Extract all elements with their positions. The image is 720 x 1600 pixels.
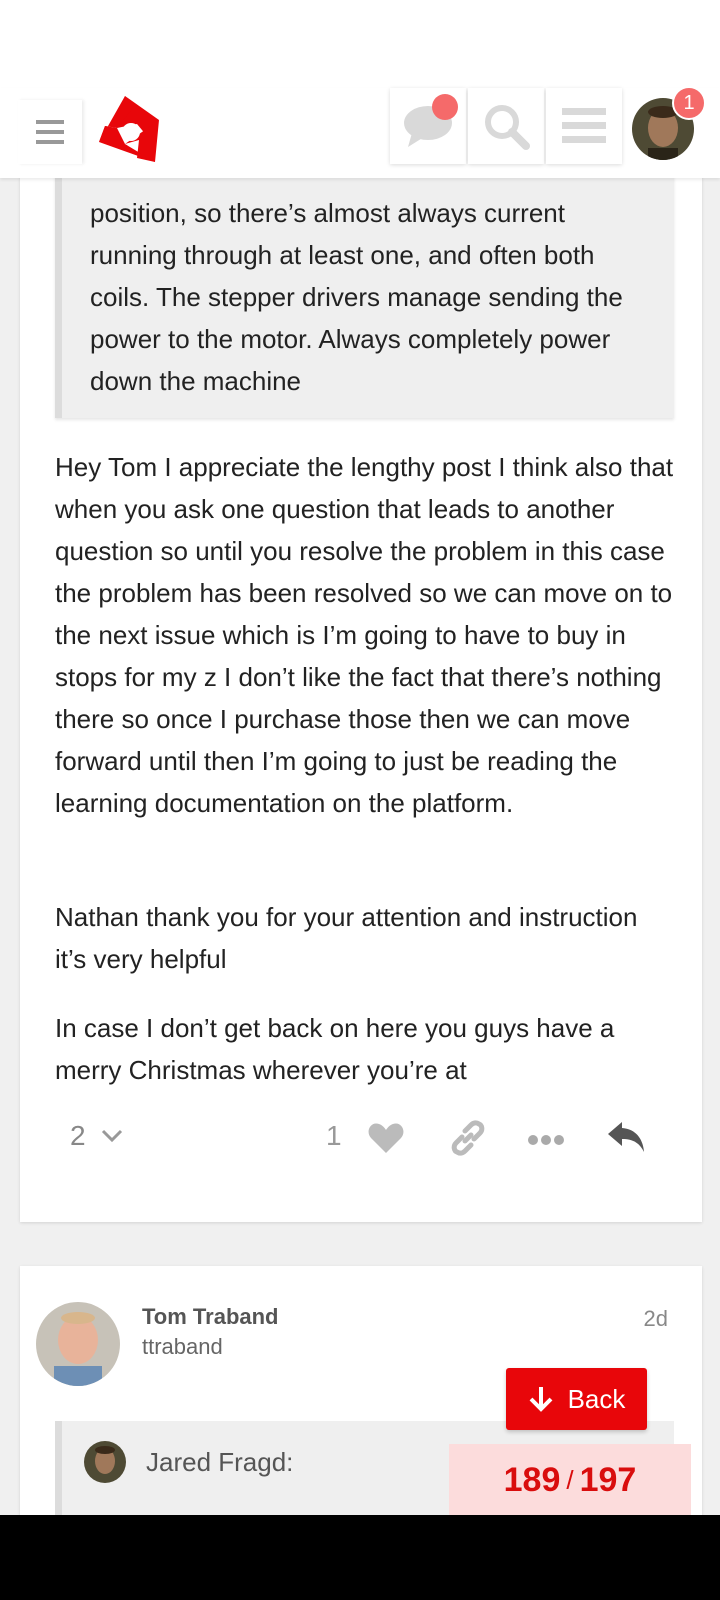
back-button[interactable]: Back — [506, 1368, 647, 1430]
menu-button[interactable] — [546, 88, 622, 164]
show-replies-button[interactable]: 2 — [70, 1120, 86, 1152]
chevron-down-icon[interactable] — [100, 1124, 124, 1146]
progress-total: 197 — [579, 1460, 637, 1499]
status-bar — [0, 0, 720, 88]
chat-button[interactable] — [390, 88, 466, 164]
hamburger-icon — [36, 120, 64, 144]
author-name[interactable]: Tom Traband — [142, 1304, 279, 1330]
author-username[interactable]: ttraband — [142, 1334, 223, 1360]
arrow-down-icon — [529, 1387, 553, 1412]
post-actions: 2 1 — [20, 1110, 702, 1170]
more-icon[interactable] — [528, 1134, 564, 1146]
timeline-progress[interactable]: 189 / 197 — [449, 1444, 691, 1516]
quote-body: position, so there’s almost always curre… — [90, 198, 623, 396]
post-card: position, so there’s almost always curre… — [20, 120, 702, 1222]
quote-author[interactable]: Jared Fragd: — [146, 1447, 293, 1478]
chat-unread-dot — [432, 94, 458, 120]
heart-icon[interactable] — [368, 1122, 404, 1154]
post-paragraph: In case I don’t get back on here you guy… — [55, 1013, 615, 1085]
notification-badge: 1 — [672, 86, 706, 120]
post-paragraph: Nathan thank you for your attention and … — [55, 902, 638, 974]
progress-separator: / — [566, 1464, 574, 1495]
system-navigation-bar — [0, 1515, 720, 1600]
post-date[interactable]: 2d — [644, 1306, 668, 1332]
menu-icon — [562, 108, 606, 143]
author-avatar[interactable] — [36, 1302, 120, 1386]
back-button-label: Back — [567, 1383, 626, 1414]
post-paragraph: Hey Tom I appreciate the lengthy post I … — [55, 452, 674, 818]
quote-avatar — [84, 1441, 126, 1483]
site-header: 1 — [0, 86, 720, 178]
reply-icon[interactable] — [608, 1120, 646, 1154]
link-icon[interactable] — [450, 1120, 486, 1156]
search-icon — [485, 105, 530, 150]
search-button[interactable] — [468, 88, 544, 164]
progress-current: 189 — [503, 1460, 561, 1499]
like-count: 1 — [326, 1120, 342, 1151]
user-menu-button[interactable]: 1 — [632, 86, 706, 160]
sidebar-toggle-button[interactable] — [18, 100, 82, 164]
site-logo[interactable] — [96, 94, 162, 170]
